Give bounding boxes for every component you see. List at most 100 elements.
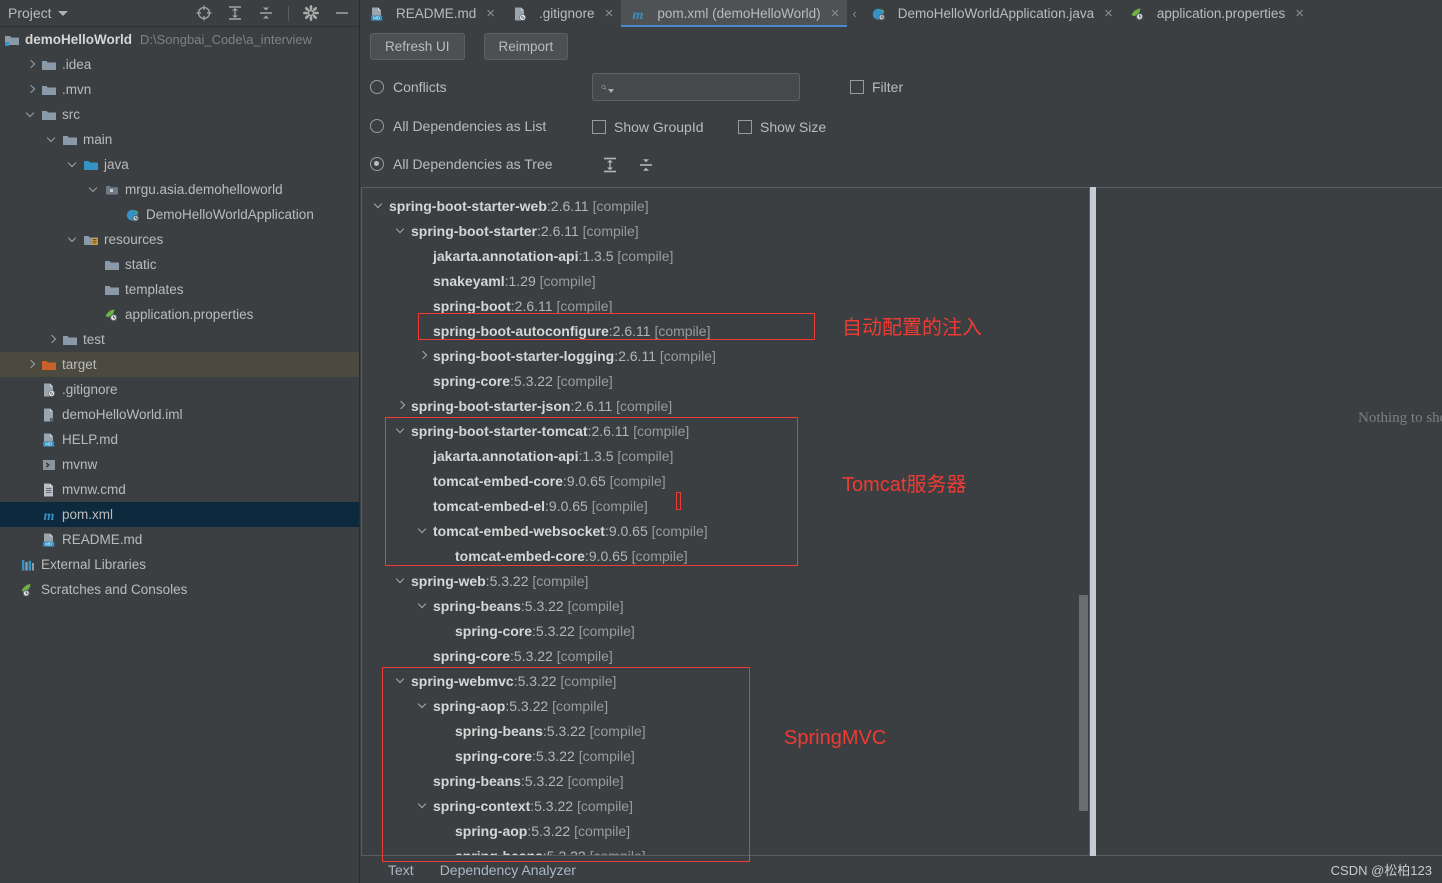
dependency-row[interactable]: spring-beans : 5.3.22 [compile] xyxy=(362,768,1089,793)
chevron-down-icon[interactable] xyxy=(417,799,430,812)
chevron-down-icon[interactable] xyxy=(67,158,81,172)
dependency-row[interactable]: spring-beans : 5.3.22 [compile] xyxy=(362,593,1089,618)
search-dropdown-icon[interactable] xyxy=(608,89,614,93)
project-tree-item[interactable]: mrgu.asia.demohelloworld xyxy=(0,177,359,202)
dependency-row[interactable]: tomcat-embed-websocket : 9.0.65 [compile… xyxy=(362,518,1089,543)
editor-tab[interactable]: m pom.xml (demoHelloWorld) × xyxy=(621,0,848,27)
collapse-all-icon[interactable] xyxy=(257,4,275,22)
chevron-down-icon[interactable] xyxy=(417,599,430,612)
tab-scroll-left-icon[interactable]: ‹ xyxy=(847,0,861,27)
chevron-right-icon[interactable] xyxy=(395,399,408,412)
project-tree-item[interactable]: mvnw xyxy=(0,452,359,477)
project-tree-item[interactable]: demoHelloWorld.iml xyxy=(0,402,359,427)
dependency-row[interactable]: spring-core : 5.3.22 [compile] xyxy=(362,618,1089,643)
project-tree-item[interactable]: External Libraries xyxy=(0,552,359,577)
dependency-row[interactable]: spring-core : 5.3.22 [compile] xyxy=(362,368,1089,393)
search-input[interactable] xyxy=(592,73,800,101)
project-tree-item[interactable]: .gitignore xyxy=(0,377,359,402)
project-tree-item[interactable]: .mvn xyxy=(0,77,359,102)
project-tree-item[interactable]: src xyxy=(0,102,359,127)
dependency-row[interactable]: spring-aop : 5.3.22 [compile] xyxy=(362,818,1089,843)
radio-all-dependencies-as-tree[interactable]: All Dependencies as Tree xyxy=(370,156,553,172)
chevron-down-icon[interactable] xyxy=(57,10,68,16)
chevron-right-icon[interactable] xyxy=(25,83,39,97)
editor-tab[interactable]: .gitignore × xyxy=(503,0,621,27)
project-tree-item[interactable]: MD HELP.md xyxy=(0,427,359,452)
dependency-row[interactable]: spring-web : 5.3.22 [compile] xyxy=(362,568,1089,593)
project-tree-item[interactable]: main xyxy=(0,127,359,152)
dependency-row[interactable]: tomcat-embed-core : 9.0.65 [compile] xyxy=(362,543,1089,568)
dependency-tree-list[interactable]: spring-boot-starter-web : 2.6.11 [compil… xyxy=(362,188,1089,856)
dependency-row[interactable]: spring-beans : 5.3.22 [compile] xyxy=(362,718,1089,743)
search-text-field[interactable] xyxy=(618,78,799,96)
project-root-row[interactable]: demoHelloWorld D:\Songbai_Code\a_intervi… xyxy=(0,27,359,52)
collapse-all-icon[interactable] xyxy=(636,155,656,175)
chevron-right-icon[interactable] xyxy=(46,333,60,347)
project-tree-item[interactable]: mvnw.cmd xyxy=(0,477,359,502)
close-icon[interactable]: × xyxy=(486,6,495,21)
close-icon[interactable]: × xyxy=(605,6,614,21)
checkbox-show-groupid[interactable]: Show GroupId xyxy=(592,119,704,135)
chevron-down-icon[interactable] xyxy=(395,224,408,237)
dependency-row[interactable]: spring-boot-starter-json : 2.6.11 [compi… xyxy=(362,393,1089,418)
project-tree-item[interactable]: templates xyxy=(0,277,359,302)
bottom-tab[interactable]: Text xyxy=(388,862,414,878)
project-tree-item[interactable]: MD README.md xyxy=(0,527,359,552)
chevron-down-icon[interactable] xyxy=(417,524,430,537)
dependency-row[interactable]: spring-boot-starter-logging : 2.6.11 [co… xyxy=(362,343,1089,368)
dependency-row[interactable]: spring-boot-starter : 2.6.11 [compile] xyxy=(362,218,1089,243)
dependency-row[interactable]: spring-beans : 5.3.22 [compile] xyxy=(362,843,1089,856)
bottom-tab[interactable]: Dependency Analyzer xyxy=(440,862,576,878)
dependency-row[interactable]: tomcat-embed-core : 9.0.65 [compile] xyxy=(362,468,1089,493)
locate-target-icon[interactable] xyxy=(195,4,213,22)
dependency-row[interactable]: spring-webmvc : 5.3.22 [compile] xyxy=(362,668,1089,693)
reimport-button[interactable]: Reimport xyxy=(483,33,569,60)
project-tree-item[interactable]: static xyxy=(0,252,359,277)
checkbox-show-size[interactable]: Show Size xyxy=(738,119,826,135)
dependency-row[interactable]: jakarta.annotation-api : 1.3.5 [compile] xyxy=(362,443,1089,468)
dependency-row[interactable]: spring-boot-starter-web : 2.6.11 [compil… xyxy=(362,193,1089,218)
chevron-right-icon[interactable] xyxy=(25,358,39,372)
dependency-row[interactable]: spring-core : 5.3.22 [compile] xyxy=(362,643,1089,668)
dependency-row[interactable]: tomcat-embed-el : 9.0.65 [compile] xyxy=(362,493,1089,518)
chevron-down-icon[interactable] xyxy=(67,233,81,247)
project-tree-item[interactable]: application.properties xyxy=(0,302,359,327)
editor-tab-bar[interactable]: MD README.md × .gitignore × m pom.xml (demoHel… xyxy=(360,0,1442,27)
dependency-tree-scrollbar[interactable] xyxy=(1079,595,1088,811)
checkbox-filter-indicator[interactable] xyxy=(850,80,864,94)
chevron-down-icon[interactable] xyxy=(417,699,430,712)
chevron-right-icon[interactable] xyxy=(25,58,39,72)
radio-all-dependencies-as-list[interactable]: All Dependencies as List xyxy=(370,118,546,134)
project-tree-item[interactable]: Scratches and Consoles xyxy=(0,577,359,602)
dependency-row[interactable]: spring-context : 5.3.22 [compile] xyxy=(362,793,1089,818)
refresh-ui-button[interactable]: Refresh UI xyxy=(370,33,465,60)
project-file-tree[interactable]: .idea .mvn src main java mrgu.asia.demohellow… xyxy=(0,52,359,602)
radio-conflicts-indicator[interactable] xyxy=(370,80,384,94)
chevron-down-icon[interactable] xyxy=(25,108,39,122)
editor-tab[interactable]: application.properties × xyxy=(1121,0,1312,27)
dependency-row[interactable]: spring-boot-starter-tomcat : 2.6.11 [com… xyxy=(362,418,1089,443)
close-icon[interactable]: × xyxy=(1295,6,1304,21)
checkbox-show-size-indicator[interactable] xyxy=(738,120,752,134)
radio-tree-indicator[interactable] xyxy=(370,157,384,171)
checkbox-show-groupid-indicator[interactable] xyxy=(592,120,606,134)
project-tree-item[interactable]: target xyxy=(0,352,359,377)
close-icon[interactable]: × xyxy=(1104,6,1113,21)
editor-bottom-tabs[interactable]: Text Dependency Analyzer xyxy=(360,856,1442,883)
chevron-down-icon[interactable] xyxy=(373,199,386,212)
dependency-row[interactable]: spring-core : 5.3.22 [compile] xyxy=(362,743,1089,768)
expand-all-icon[interactable] xyxy=(226,4,244,22)
project-tree-item[interactable]: test xyxy=(0,327,359,352)
chevron-down-icon[interactable] xyxy=(88,183,102,197)
dependency-row[interactable]: snakeyaml : 1.29 [compile] xyxy=(362,268,1089,293)
project-tree-item[interactable]: .idea xyxy=(0,52,359,77)
dependency-row[interactable]: spring-aop : 5.3.22 [compile] xyxy=(362,693,1089,718)
editor-tab[interactable]: DemoHelloWorldApplication.java × xyxy=(862,0,1121,27)
close-icon[interactable]: × xyxy=(831,6,840,21)
dependency-tree-panel[interactable]: spring-boot-starter-web : 2.6.11 [compil… xyxy=(361,187,1090,856)
gear-icon[interactable] xyxy=(302,4,320,22)
chevron-down-icon[interactable] xyxy=(395,574,408,587)
radio-conflicts[interactable]: Conflicts xyxy=(370,79,447,95)
project-tree-item[interactable]: java xyxy=(0,152,359,177)
checkbox-filter[interactable]: Filter xyxy=(850,79,903,95)
